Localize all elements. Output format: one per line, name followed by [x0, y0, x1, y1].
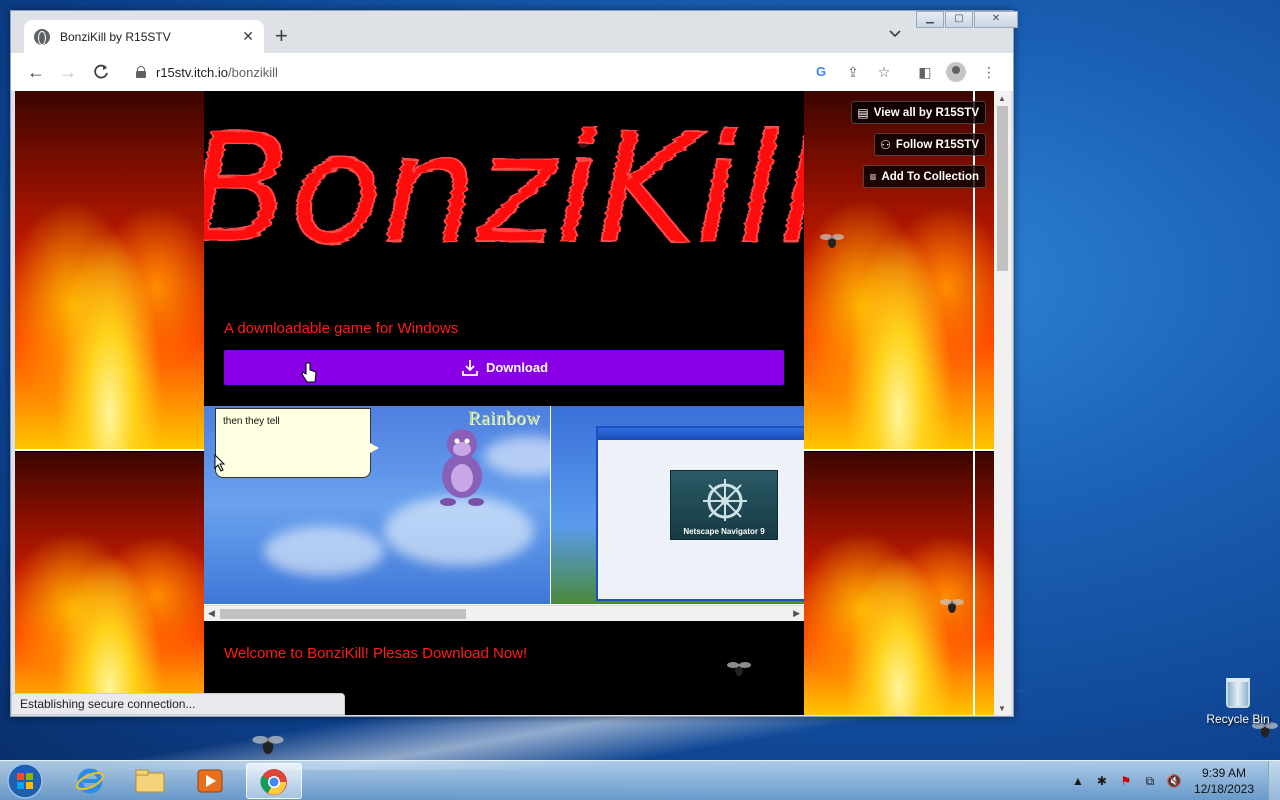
fly-tray-icon[interactable]: ✱ [1094, 773, 1110, 789]
gallery-scroll-thumb[interactable] [220, 609, 466, 619]
game-tagline: A downloadable game for Windows [224, 320, 459, 337]
taskbar-explorer[interactable] [122, 763, 178, 799]
fire-background-tile [15, 452, 204, 715]
minimize-button[interactable]: ▁ [916, 11, 944, 28]
status-bubble: Establishing secure connection... [11, 693, 345, 715]
taskbar-media-player[interactable] [182, 763, 238, 799]
recycle-bin-label: Recycle Bin [1206, 712, 1270, 726]
welcome-text: Welcome to BonziKill! Plesas Download No… [224, 645, 528, 662]
fly-icon [940, 599, 964, 613]
fire-background-tile [15, 91, 204, 451]
google-lens-icon[interactable]: G [813, 64, 829, 80]
reload-icon[interactable] [91, 62, 111, 82]
xp-window-image: Netscape Navigator 9 [596, 426, 804, 601]
maximize-button[interactable]: ▢ [945, 11, 973, 28]
recycle-bin-icon [1226, 678, 1250, 708]
view-all-label: View all by R15STV [873, 106, 979, 119]
taskbar-chrome[interactable] [246, 763, 302, 799]
taskbar-internet-explorer[interactable] [62, 763, 118, 799]
netscape-splash: Netscape Navigator 9 [670, 470, 778, 540]
netscape-label: Netscape Navigator 9 [683, 527, 765, 536]
folder-icon [135, 769, 165, 793]
taskbar: ▲ ✱ ⚑ ⧉ 🔇 9:39 AM 12/18/2023 [0, 760, 1280, 800]
back-arrow-icon[interactable]: ← [26, 62, 46, 82]
page-scrollbar[interactable]: ▲ ▼ [994, 91, 1011, 715]
follow-button[interactable]: ⚇ Follow R15STV [874, 133, 986, 156]
internet-explorer-icon [76, 768, 104, 794]
recycle-bin-desktop-icon[interactable]: Recycle Bin [1203, 678, 1273, 726]
user-tools: ▤ View all by R15STV ⚇ Follow R15STV ≡ Add … [851, 101, 986, 188]
page-scroll-thumb[interactable] [997, 106, 1008, 271]
url-path: /bonzikill [228, 64, 278, 80]
speech-bubble: then they tell [215, 408, 379, 478]
scroll-left-icon[interactable]: ◀ [208, 608, 215, 619]
browser-window: BonziKill by R15STV ✕ + ▁ ▢ ✕ ← → r15stv… [10, 10, 1018, 717]
clock-date: 12/18/2023 [1193, 782, 1254, 796]
tab-close-icon[interactable]: ✕ [242, 28, 254, 45]
screenshot-netscape[interactable]: Netscape Navigator 9 [551, 406, 804, 604]
window-close-button[interactable]: ✕ [974, 11, 1018, 28]
game-page-column: BonziKill A downloadable game for Window… [204, 91, 804, 715]
svg-text:BonziKill: BonziKill [204, 103, 804, 277]
view-all-button[interactable]: ▤ View all by R15STV [851, 101, 986, 124]
address-bar[interactable]: r15stv.itch.io/bonzikill [122, 57, 832, 87]
volume-muted-icon[interactable]: 🔇 [1166, 773, 1182, 789]
fly-icon [820, 234, 844, 248]
new-tab-button[interactable]: + [275, 24, 288, 48]
fire-background-tile [804, 452, 994, 715]
show-hidden-icons-icon[interactable]: ▲ [1070, 773, 1086, 789]
network-icon[interactable]: ⧉ [1142, 773, 1158, 789]
forward-arrow-icon[interactable]: → [58, 62, 78, 82]
speech-bubble-text: then they tell [223, 416, 280, 427]
add-user-icon: ⚇ [880, 137, 891, 152]
kebab-menu-icon[interactable]: ⋮ [981, 64, 997, 80]
scroll-up-icon[interactable]: ▲ [998, 94, 1006, 103]
fly-icon [252, 735, 284, 755]
chrome-icon [260, 769, 287, 795]
tab-strip: BonziKill by R15STV ✕ + ▁ ▢ ✕ [11, 11, 1018, 53]
tab-title: BonziKill by R15STV [60, 29, 171, 44]
browser-toolbar: ← → r15stv.itch.io/bonzikill G ⇪ ☆ ◧ ⋮ [11, 53, 1013, 91]
lock-icon[interactable] [136, 66, 146, 78]
add-collection-label: Add To Collection [881, 170, 979, 183]
page-viewport: BonziKill A downloadable game for Window… [15, 91, 994, 715]
profile-avatar-icon[interactable] [946, 62, 966, 82]
screenshot-gallery[interactable]: then they tell Rainbow Netscape Navigato… [204, 406, 804, 621]
chevron-down-icon[interactable] [887, 25, 903, 41]
ship-wheel-icon [703, 479, 747, 521]
share-icon[interactable]: ⇪ [845, 64, 861, 80]
download-label: Download [485, 360, 549, 375]
follow-label: Follow R15STV [895, 138, 979, 151]
scroll-down-icon[interactable]: ▼ [998, 704, 1006, 713]
side-panel-icon[interactable]: ◧ [917, 64, 933, 80]
bonzikill-logo: BonziKill [204, 102, 804, 278]
store-icon: ▤ [857, 105, 869, 120]
clock[interactable]: 9:39 AM 12/18/2023 [1194, 765, 1254, 797]
fly-icon [727, 662, 751, 676]
gallery-scrollbar[interactable]: ◀ ▶ [204, 605, 804, 621]
globe-icon [34, 28, 50, 45]
clock-time: 9:39 AM [1201, 766, 1246, 780]
hand-cursor-icon [301, 362, 317, 383]
window-controls: ▁ ▢ ✕ [916, 11, 1019, 28]
action-center-flag-icon[interactable]: ⚑ [1118, 773, 1134, 789]
playlist-add-icon: ≡ [869, 169, 877, 184]
add-to-collection-button[interactable]: ≡ Add To Collection [863, 165, 986, 188]
url-host: r15stv.itch.io [156, 64, 229, 80]
tab-bonzikill[interactable]: BonziKill by R15STV ✕ [24, 20, 264, 53]
screenshot-bonzi[interactable]: then they tell Rainbow [204, 406, 550, 604]
windows-start-button[interactable] [3, 761, 47, 800]
system-tray: ▲ ✱ ⚑ ⧉ 🔇 9:39 AM 12/18/2023 [1066, 761, 1280, 800]
media-player-icon [197, 769, 223, 793]
scroll-right-icon[interactable]: ▶ [793, 608, 800, 619]
download-icon [462, 359, 478, 376]
url-text: r15stv.itch.io/bonzikill [156, 65, 278, 80]
mouse-pointer-icon [214, 454, 226, 472]
bonzi-gorilla-image [440, 429, 484, 506]
show-desktop-button[interactable] [1268, 761, 1280, 800]
bookmark-star-icon[interactable]: ☆ [876, 64, 892, 80]
